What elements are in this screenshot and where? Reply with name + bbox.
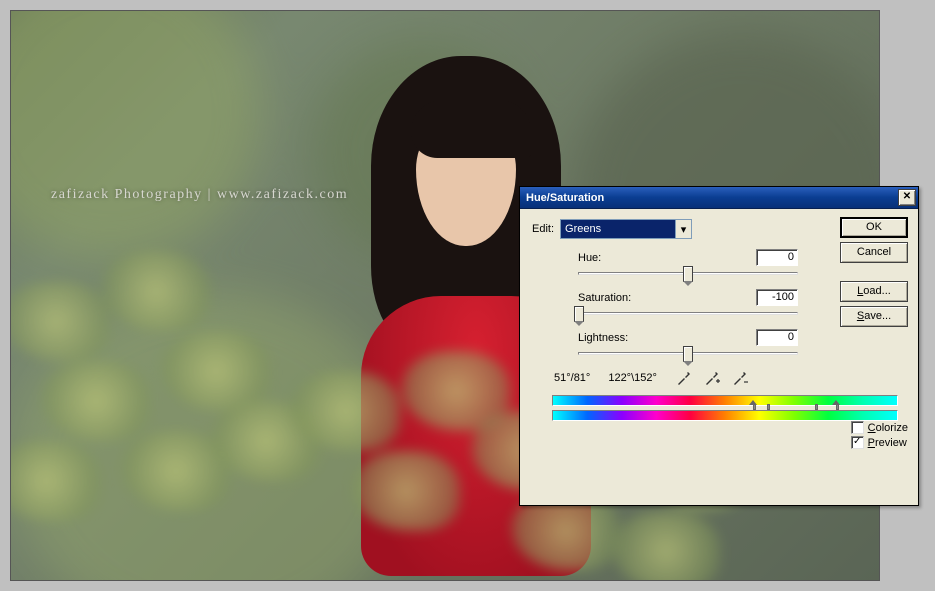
- range-left-text: 51°/81°: [554, 372, 590, 384]
- spectrum-bottom: [552, 410, 898, 421]
- preview-checkbox-box: ✓: [851, 436, 864, 449]
- spectrum-bars[interactable]: [552, 395, 898, 425]
- ok-button[interactable]: OK: [840, 217, 908, 238]
- edit-combobox[interactable]: Greens ▾: [560, 219, 692, 239]
- dialog-titlebar[interactable]: Hue/Saturation ✕: [520, 187, 918, 209]
- lightness-slider-thumb[interactable]: [683, 346, 693, 362]
- lightness-input[interactable]: 0: [756, 329, 798, 346]
- saturation-slider[interactable]: [578, 312, 798, 315]
- eyedropper-minus-icon[interactable]: [731, 369, 749, 387]
- close-button[interactable]: ✕: [898, 189, 916, 206]
- colorize-checkbox[interactable]: Colorize: [851, 421, 908, 434]
- lightness-slider[interactable]: [578, 352, 798, 355]
- close-icon: ✕: [903, 191, 911, 202]
- hue-saturation-dialog: Hue/Saturation ✕ Edit: Greens ▾ Hue: 0 S…: [519, 186, 919, 506]
- dialog-title: Hue/Saturation: [526, 192, 604, 204]
- load-button-rest: oad...: [863, 285, 891, 297]
- eyedropper-plus-icon[interactable]: [703, 369, 721, 387]
- watermark-text: zafizack Photography | www.zafizack.com: [51, 187, 348, 203]
- hue-input[interactable]: 0: [756, 249, 798, 266]
- colorize-label-rest: olorize: [876, 422, 908, 434]
- edit-combobox-value: Greens: [565, 223, 601, 235]
- spectrum-top: [552, 395, 898, 406]
- save-button[interactable]: Save...: [840, 306, 908, 327]
- colorize-checkbox-box: [851, 421, 864, 434]
- saturation-input[interactable]: -100: [756, 289, 798, 306]
- saturation-slider-thumb[interactable]: [574, 306, 584, 322]
- saturation-label: Saturation:: [578, 292, 631, 304]
- range-right-text: 122°\152°: [608, 372, 657, 384]
- hue-label: Hue:: [578, 252, 601, 264]
- hue-slider[interactable]: [578, 272, 798, 275]
- eyedropper-icon[interactable]: [675, 369, 693, 387]
- edit-label: Edit:: [532, 223, 554, 235]
- cancel-button[interactable]: Cancel: [840, 242, 908, 263]
- save-button-rest: ave...: [864, 310, 891, 322]
- load-button[interactable]: Load...: [840, 281, 908, 302]
- chevron-down-icon: ▾: [675, 220, 691, 238]
- hue-slider-thumb[interactable]: [683, 266, 693, 282]
- lightness-label: Lightness:: [578, 332, 628, 344]
- preview-label-rest: review: [875, 437, 907, 449]
- preview-checkbox[interactable]: ✓ Preview: [851, 436, 908, 449]
